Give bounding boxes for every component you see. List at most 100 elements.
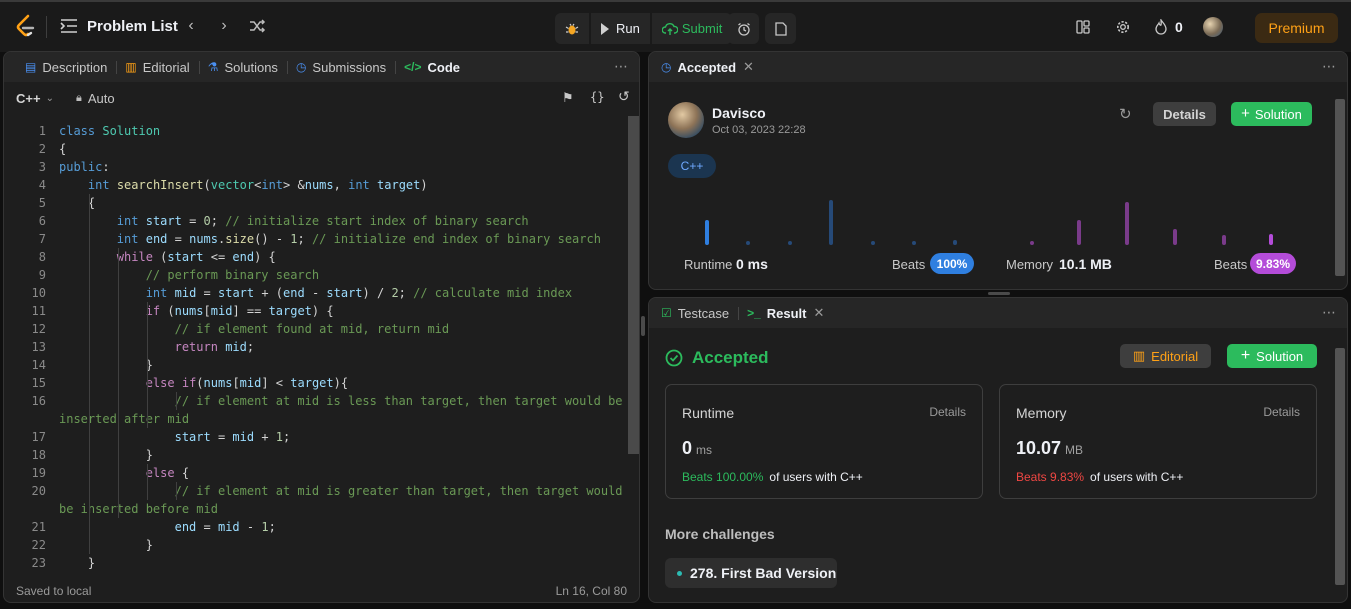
- accepted-tab-bar: ◷ Accepted ✕ ⋯: [649, 52, 1347, 82]
- code-text: public:: [59, 160, 110, 174]
- indent-guide: [89, 194, 90, 554]
- format-braces-icon[interactable]: {}: [590, 90, 604, 104]
- editorial-button[interactable]: ▥ Editorial: [1120, 344, 1211, 368]
- line-number: 10: [31, 286, 46, 300]
- memory-value: 10.07 MB: [1016, 438, 1083, 459]
- layout-icon[interactable]: [1075, 19, 1091, 35]
- panel-scrollbar[interactable]: [1335, 99, 1345, 276]
- details-link[interactable]: Details: [929, 405, 966, 419]
- mode-label[interactable]: Auto: [88, 91, 115, 106]
- check-circle-icon: [665, 349, 683, 367]
- tab-submissions[interactable]: ◷ Submissions: [286, 52, 395, 82]
- reset-icon[interactable]: ↺: [618, 88, 630, 105]
- line-number: 7: [38, 232, 46, 246]
- next-problem-icon[interactable]: ›: [215, 17, 233, 35]
- more-options-icon[interactable]: ⋯: [614, 58, 629, 75]
- details-link[interactable]: Details: [1263, 405, 1300, 419]
- more-options-icon[interactable]: ⋯: [1322, 304, 1337, 321]
- indent-guide: [147, 302, 148, 428]
- memory-card[interactable]: Memory Details 10.07 MB Beats 9.83% of use…: [999, 384, 1317, 499]
- code-toolbar: C++ ⌄ 🔒︎ Auto ⚑ {} ↺: [4, 82, 639, 114]
- details-button[interactable]: Details: [1153, 102, 1216, 126]
- divider: [46, 16, 47, 38]
- premium-button[interactable]: Premium: [1255, 13, 1338, 43]
- settings-gear-icon[interactable]: [1115, 19, 1131, 35]
- note-icon: [774, 21, 787, 36]
- memory-distribution-bar[interactable]: [1222, 235, 1226, 245]
- more-options-icon[interactable]: ⋯: [1322, 58, 1337, 75]
- code-text: int searchInsert(vector<int> &nums, int …: [87, 178, 428, 192]
- runtime-distribution-bar[interactable]: [829, 200, 833, 245]
- value-unit: MB: [1065, 443, 1084, 457]
- code-text: int end = nums.size() - 1; // initialize…: [116, 232, 601, 246]
- runtime-card[interactable]: Runtime Details 0 ms Beats 100.00% of user…: [665, 384, 983, 499]
- editorial-label: Editorial: [1151, 348, 1199, 364]
- tab-result[interactable]: >_ Result ✕: [738, 298, 833, 328]
- runtime-distribution-bar[interactable]: [705, 220, 709, 245]
- vertical-resize-handle[interactable]: [641, 316, 645, 336]
- user-avatar[interactable]: [1203, 17, 1223, 37]
- runtime-value: 0 ms: [682, 438, 712, 459]
- close-icon[interactable]: ✕: [814, 305, 825, 321]
- runtime-distribution-bar[interactable]: [953, 239, 957, 245]
- editor-scrollbar[interactable]: [628, 116, 639, 454]
- close-icon[interactable]: ✕: [743, 59, 754, 75]
- submission-date: Oct 03, 2023 22:28: [712, 124, 806, 136]
- shuffle-icon[interactable]: [248, 17, 266, 35]
- problem-list-link[interactable]: Problem List: [87, 18, 178, 35]
- previous-problem-icon[interactable]: ‹: [182, 17, 200, 35]
- submit-button[interactable]: Submit: [649, 13, 732, 44]
- tab-testcase[interactable]: ☑ Testcase: [661, 298, 738, 328]
- code-text: while (start <= end) {: [116, 250, 276, 264]
- tab-editorial[interactable]: ▥ Editorial: [116, 52, 198, 82]
- value-unit: ms: [696, 443, 713, 457]
- memory-beats-badge: 9.83%: [1250, 253, 1296, 274]
- list-icon[interactable]: [60, 18, 78, 34]
- history-icon: ◷: [295, 60, 307, 74]
- tab-accepted[interactable]: ◷ Accepted ✕: [661, 52, 763, 82]
- code-editor[interactable]: 1 class Solution 2 {3 public: 4 int searchIns…: [4, 116, 626, 602]
- memory-distribution-bar[interactable]: [1030, 241, 1034, 245]
- run-button[interactable]: Run: [589, 13, 650, 44]
- debug-button[interactable]: [555, 13, 589, 44]
- indent-guide: [176, 392, 177, 410]
- tab-description[interactable]: ▤ Description: [16, 52, 116, 82]
- line-number: 9: [38, 268, 46, 282]
- memory-distribution-bar[interactable]: [1125, 202, 1129, 245]
- memory-distribution-bar[interactable]: [1077, 220, 1081, 245]
- leetcode-logo-icon[interactable]: [14, 14, 36, 38]
- runtime-distribution-bar[interactable]: [871, 241, 875, 245]
- top-bar: Problem List ‹ › Run Submit 0 Premium: [0, 0, 1351, 52]
- line-number: 4: [38, 178, 46, 192]
- runtime-distribution-bar[interactable]: [912, 241, 916, 245]
- memory-beats-label: Beats: [1214, 257, 1248, 272]
- horizontal-resize-handle[interactable]: [988, 292, 1010, 295]
- user-avatar: [668, 102, 704, 138]
- code-text: start = mid + 1;: [174, 430, 291, 444]
- memory-distribution-bar[interactable]: [1173, 229, 1177, 245]
- tab-code[interactable]: </> Code: [395, 52, 469, 82]
- streak-flame-icon[interactable]: [1153, 19, 1169, 35]
- tab-solutions[interactable]: ⚗ Solutions: [198, 52, 287, 82]
- language-select[interactable]: C++ ⌄: [16, 91, 54, 106]
- challenge-link[interactable]: 278. First Bad Version: [665, 558, 837, 588]
- refresh-icon[interactable]: ↻: [1119, 105, 1132, 123]
- cursor-position: Ln 16, Col 80: [555, 584, 627, 598]
- solution-button[interactable]: + Solution: [1227, 344, 1317, 368]
- notes-button[interactable]: [765, 13, 796, 44]
- line-number: 12: [31, 322, 46, 336]
- plus-icon: +: [1240, 347, 1251, 364]
- beats-suffix: of users with C++: [769, 470, 863, 484]
- runtime-distribution-bar[interactable]: [746, 241, 750, 245]
- panel-scrollbar[interactable]: [1335, 348, 1345, 585]
- code-text: }: [59, 358, 153, 372]
- bookmark-icon[interactable]: ⚑: [562, 90, 574, 106]
- memory-distribution-bar[interactable]: [1269, 233, 1273, 245]
- code-text: // if element at mid is less than target…: [174, 394, 623, 408]
- code-text: else {: [145, 466, 190, 480]
- bug-icon: [565, 23, 579, 34]
- plus-icon: +: [1241, 105, 1250, 122]
- solution-button[interactable]: + Solution: [1231, 102, 1312, 126]
- timer-button[interactable]: [728, 13, 759, 44]
- runtime-distribution-bar[interactable]: [788, 241, 792, 245]
